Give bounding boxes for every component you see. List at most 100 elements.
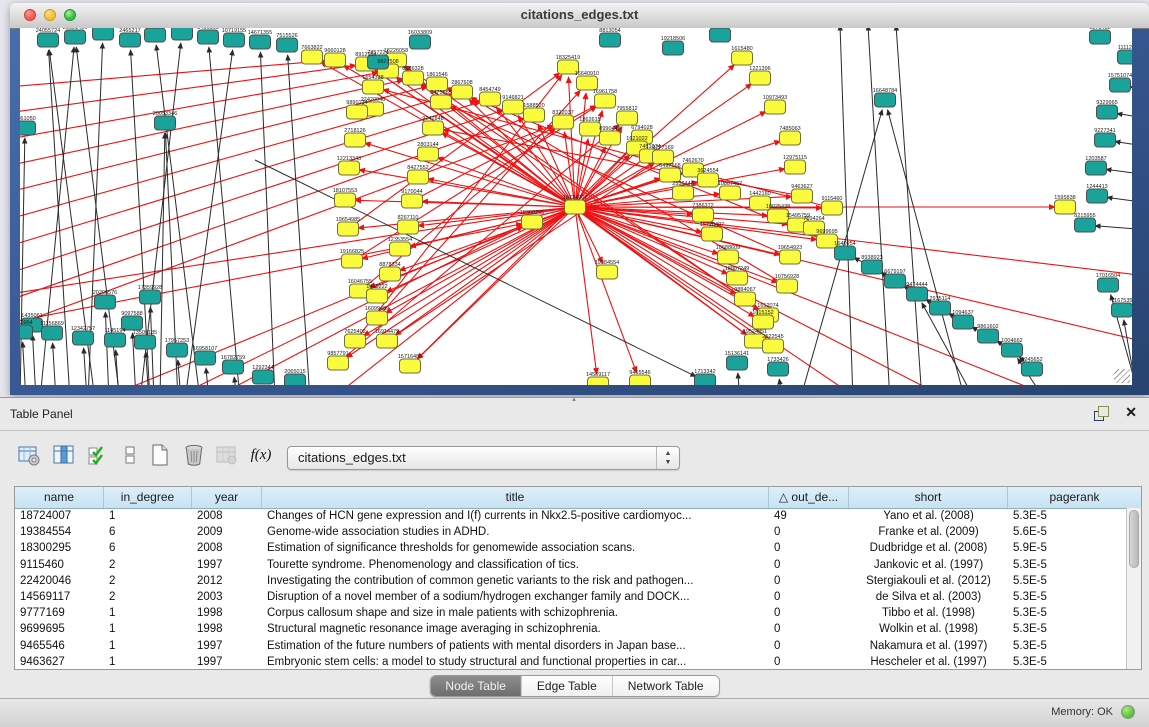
- graph-node[interactable]: [777, 279, 798, 293]
- graph-node[interactable]: [1087, 189, 1108, 203]
- table-row[interactable]: 1872400712008Changes of HCN gene express…: [15, 508, 1127, 524]
- vertical-scrollbar[interactable]: [1126, 508, 1141, 669]
- graph-node[interactable]: [600, 131, 621, 145]
- graph-node[interactable]: [503, 100, 524, 114]
- graph-node[interactable]: [452, 85, 473, 99]
- graph-node[interactable]: [763, 339, 784, 353]
- graph-node[interactable]: [380, 267, 401, 281]
- graph-node[interactable]: [875, 93, 896, 107]
- table-row[interactable]: 946362711997Embryonic stem cells: a mode…: [15, 654, 1127, 669]
- graph-node[interactable]: [1118, 50, 1133, 64]
- graph-node[interactable]: [367, 289, 388, 303]
- graph-node[interactable]: [172, 28, 193, 40]
- graph-node[interactable]: [402, 194, 423, 208]
- graph-node[interactable]: [431, 95, 452, 109]
- graph-node[interactable]: [95, 295, 116, 309]
- column-header-pagerank[interactable]: pagerank: [1008, 487, 1141, 508]
- graph-node[interactable]: [339, 161, 360, 175]
- graph-node[interactable]: [363, 80, 384, 94]
- graph-edge[interactable]: [84, 348, 87, 385]
- graph-node[interactable]: [750, 71, 771, 85]
- graph-node[interactable]: [120, 33, 141, 47]
- graph-node[interactable]: [835, 246, 856, 260]
- delete-columns-icon[interactable]: [181, 442, 207, 468]
- table-options-icon[interactable]: [16, 442, 42, 468]
- table-row[interactable]: 946554611997Estimation of the future num…: [15, 638, 1127, 654]
- graph-edge[interactable]: [53, 343, 56, 385]
- graph-node[interactable]: [1110, 78, 1131, 92]
- table-row[interactable]: 911546021997Tourette syndrome. Phenomeno…: [15, 557, 1127, 573]
- graph-node[interactable]: [224, 33, 245, 47]
- graph-node[interactable]: [577, 76, 598, 90]
- graph-node[interactable]: [198, 30, 219, 44]
- graph-node[interactable]: [325, 53, 346, 67]
- graph-node[interactable]: [345, 334, 366, 348]
- graph-node[interactable]: [580, 122, 601, 136]
- graph-edge[interactable]: [1115, 141, 1132, 148]
- graph-edge[interactable]: [575, 207, 1132, 350]
- network-graph[interactable]: 1872400776638229660128891295418226058982…: [20, 28, 1132, 385]
- graph-node[interactable]: [418, 147, 439, 161]
- graph-node[interactable]: [410, 35, 431, 49]
- table-row[interactable]: 969969511998Structural magnetic resonanc…: [15, 621, 1127, 637]
- graph-node[interactable]: [617, 111, 638, 125]
- graph-node[interactable]: [907, 287, 928, 301]
- graph-edge[interactable]: [288, 55, 310, 385]
- tab-node-table[interactable]: Node Table: [430, 676, 521, 696]
- graph-edge[interactable]: [234, 377, 237, 385]
- graph-node[interactable]: [1112, 303, 1133, 317]
- column-header-name[interactable]: name: [15, 487, 104, 508]
- graph-node[interactable]: [1002, 343, 1023, 357]
- graph-node[interactable]: [735, 292, 756, 306]
- graph-node[interactable]: [720, 186, 741, 200]
- graph-node[interactable]: [38, 33, 59, 47]
- float-panel-icon[interactable]: [1094, 406, 1109, 421]
- graph-node[interactable]: [167, 343, 188, 357]
- graph-node[interactable]: [695, 374, 716, 385]
- function-builder-icon[interactable]: f(x): [248, 442, 274, 468]
- column-header-year[interactable]: year: [192, 487, 262, 508]
- graph-node[interactable]: [20, 121, 36, 135]
- graph-node[interactable]: [377, 334, 398, 348]
- graph-edge[interactable]: [1107, 197, 1132, 204]
- graph-node[interactable]: [1055, 200, 1076, 214]
- graph-node[interactable]: [65, 30, 86, 44]
- graph-node[interactable]: [342, 254, 363, 268]
- graph-node[interactable]: [862, 260, 883, 274]
- graph-node[interactable]: [630, 375, 651, 385]
- graph-edge[interactable]: [1106, 169, 1132, 176]
- graph-node[interactable]: [285, 374, 306, 385]
- graph-node[interactable]: [390, 242, 411, 256]
- column-header-title[interactable]: title: [262, 487, 769, 508]
- graph-node[interactable]: [277, 38, 298, 52]
- graph-node[interactable]: [195, 351, 216, 365]
- table-row[interactable]: 2242004622012Investigating the contribut…: [15, 573, 1127, 589]
- graph-node[interactable]: [553, 115, 574, 129]
- graph-node[interactable]: [400, 359, 421, 373]
- graph-edge[interactable]: [100, 226, 523, 385]
- graph-node[interactable]: [930, 301, 951, 315]
- graph-node[interactable]: [155, 116, 176, 130]
- graph-node[interactable]: [105, 333, 126, 347]
- graph-node[interactable]: [398, 220, 419, 234]
- graph-edge[interactable]: [33, 335, 36, 385]
- graph-node[interactable]: [20, 325, 33, 339]
- graph-node[interactable]: [140, 290, 161, 304]
- graph-node[interactable]: [1097, 105, 1118, 119]
- graph-node[interactable]: [768, 362, 789, 376]
- graph-node[interactable]: [223, 360, 244, 374]
- graph-node[interactable]: [765, 100, 786, 114]
- graph-node[interactable]: [702, 227, 723, 241]
- graph-node[interactable]: [1090, 30, 1111, 44]
- graph-node[interactable]: [718, 250, 739, 264]
- graph-node[interactable]: [145, 28, 166, 42]
- network-canvas[interactable]: 1872400776638229660128891295418226058982…: [20, 28, 1132, 385]
- graph-node[interactable]: [600, 33, 621, 47]
- graph-edge[interactable]: [160, 133, 165, 385]
- graph-node[interactable]: [727, 271, 748, 285]
- graph-node[interactable]: [885, 274, 906, 288]
- graph-edge[interactable]: [260, 52, 275, 385]
- graph-node[interactable]: [328, 356, 349, 370]
- select-columns-icon[interactable]: [85, 442, 111, 468]
- column-header-in_degree[interactable]: in_degree: [104, 487, 192, 508]
